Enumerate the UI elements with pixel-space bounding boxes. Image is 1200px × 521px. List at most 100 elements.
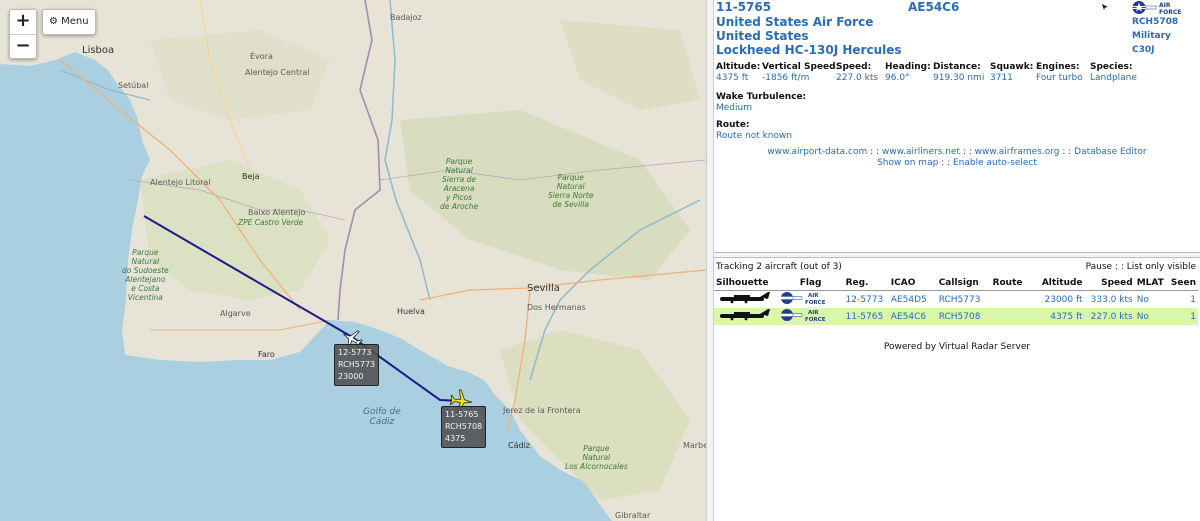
map-label-park-sudoeste: Parque Natural do Sudoeste Alentejano e … (122, 248, 169, 302)
silhouette-cell (714, 291, 778, 309)
field-vertical-speed: Vertical Speed: -1856 ft/m (762, 61, 839, 83)
aircraft-label[interactable]: 12-5773 RCH5773 23000 (334, 344, 380, 386)
field-route: Route: Route not known (716, 119, 792, 141)
zoom-out-button[interactable]: − (10, 34, 36, 58)
list-only-visible-link[interactable]: List only visible (1127, 262, 1196, 272)
field-label: Engines: (1036, 62, 1080, 72)
map-label-alentejo-central: Alentejo Central (245, 68, 310, 77)
silhouette-cell (714, 308, 778, 325)
link-auto-select[interactable]: Enable auto-select (953, 158, 1037, 168)
aircraft-label-selected[interactable]: 11-5765 RCH5708 4375 (441, 406, 487, 448)
aircraft-detail-panel: 11-5765 AE54C6 United States Air Force U… (714, 0, 1200, 521)
field-label: Altitude: (716, 62, 761, 72)
map-label-evora: Évora (250, 52, 273, 61)
field-altitude: Altitude: 4375 ft (716, 61, 760, 83)
cell-altitude: 23000 ft (1044, 294, 1083, 305)
field-squawk: Squawk: 3711 (990, 61, 1033, 83)
aircraft-list-table: Silhouette Flag Reg. ICAO Callsign Route… (714, 276, 1198, 325)
field-value: Medium (716, 103, 752, 113)
svg-text:FORCE: FORCE (805, 300, 826, 305)
col-header-silhouette[interactable]: Silhouette (714, 276, 778, 291)
field-label: Species: (1090, 62, 1133, 72)
field-value: Four turbo (1036, 73, 1083, 83)
field-value: -1856 ft/m (762, 73, 810, 83)
field-label: Wake Turbulence: (716, 92, 807, 102)
cell-icao: AE54C6 (888, 308, 937, 325)
col-header-speed[interactable]: Speed (1085, 276, 1135, 291)
col-header-flag[interactable]: Flag (778, 276, 844, 291)
cell-speed: 333.0 kts (1090, 294, 1133, 305)
link-database-editor[interactable]: Database Editor (1074, 147, 1146, 157)
powered-by-footer: Powered by Virtual Radar Server (883, 342, 1031, 352)
aircraft-silhouette-icon (720, 309, 770, 321)
col-header-altitude[interactable]: Altitude (1036, 276, 1085, 291)
col-header-reg[interactable]: Reg. (844, 276, 889, 291)
zoom-in-button[interactable]: + (10, 10, 36, 34)
cell-icao: AE54D5 (890, 294, 927, 305)
link-airframes[interactable]: www.airframes.org (975, 147, 1060, 157)
cell-callsign: RCH5708 (936, 308, 991, 325)
col-header-icao[interactable]: ICAO (889, 276, 937, 291)
map-label-lisboa: Lisboa (82, 45, 115, 56)
map-tiles (0, 0, 706, 521)
cell-route (991, 291, 1036, 309)
svg-text:AIR: AIR (808, 310, 819, 316)
field-label: Squawk: (990, 62, 1034, 72)
map-label-sevilla: Sevilla (527, 283, 560, 294)
aircraft-label-reg: 11-5765 (445, 410, 479, 419)
link-show-on-map[interactable]: Show on map (877, 158, 938, 168)
external-links: www.airport-data.com : : www.airliners.n… (714, 147, 1200, 157)
link-separator: : : (1112, 262, 1127, 272)
link-separator: : : (938, 158, 953, 168)
panel-splitter[interactable] (706, 0, 714, 521)
aircraft-label-callsign: RCH5708 (445, 422, 483, 431)
map-label-jerez: Jerez de la Frontera (503, 406, 581, 415)
list-splitter[interactable] (714, 252, 1200, 258)
cell-route (990, 308, 1036, 325)
detail-operator: United States Air Force (716, 15, 874, 29)
table-row[interactable]: AIR FORCE 12-5773 AE54D5 RCH5773 23000 f… (714, 291, 1198, 309)
svg-text:AIR: AIR (808, 293, 819, 299)
svg-text:FORCE: FORCE (805, 317, 826, 322)
table-header-row: Silhouette Flag Reg. ICAO Callsign Route… (714, 276, 1198, 291)
pause-link[interactable]: Pause (1086, 262, 1112, 272)
field-value: 4375 ft (716, 73, 749, 83)
cell-mlat: No (1136, 294, 1149, 305)
map-label-golfo-cadiz: Golfo de Cádiz (363, 407, 401, 427)
link-airport-data[interactable]: www.airport-data.com (767, 147, 867, 157)
map-label-park-norte-sevilla: Parque Natural Sierra Norte de Sevilla (548, 173, 594, 209)
flag-cell: AIR FORCE (778, 291, 844, 309)
field-species: Species: Landplane (1090, 61, 1137, 83)
menu-button[interactable]: ⚙ Menu (42, 9, 96, 35)
cell-reg: 12-5773 (845, 294, 884, 305)
air-force-flag-icon: AIR FORCE (780, 309, 826, 323)
detail-type-code: C30J (1132, 45, 1155, 55)
zoom-control: + − (9, 9, 37, 59)
col-header-mlat[interactable]: MLAT (1135, 276, 1168, 291)
direction-arrow-icon (1102, 4, 1108, 10)
field-speed: Speed: 227.0 kts (836, 61, 878, 83)
table-row-selected[interactable]: AIR FORCE 11-5765 AE54C6 RCH5708 4375 ft… (714, 308, 1198, 325)
menu-label: Menu (61, 16, 89, 27)
col-header-route[interactable]: Route (991, 276, 1036, 291)
link-separator: : : (867, 147, 882, 157)
cell-mlat: No (1134, 308, 1169, 325)
tracking-count: Tracking 2 aircraft (out of 3) (716, 262, 842, 272)
map-view[interactable]: + − ⚙ Menu Lisboa Setúbal Badajoz Évora … (0, 0, 706, 521)
col-header-seen[interactable]: Seen (1168, 276, 1198, 291)
cell-callsign: RCH5773 (938, 294, 981, 305)
cell-reg: 11-5765 (843, 308, 889, 325)
map-label-beja: Beja (242, 172, 260, 181)
map-label-badajoz: Badajoz (390, 13, 422, 22)
col-header-callsign[interactable]: Callsign (937, 276, 991, 291)
map-label-park-alcornocales: Parque Natural Los Alcornocales (565, 444, 628, 471)
map-label-algarve: Algarve (220, 309, 251, 318)
map-label-park-aracena: Parque Natural Sierra de Aracena y Picos… (440, 157, 479, 211)
cell-altitude: 4375 ft (1035, 308, 1085, 325)
cell-seen: 1 (1190, 294, 1196, 305)
link-separator: : : (960, 147, 975, 157)
aircraft-silhouette-icon (720, 292, 770, 304)
field-label: Distance: (933, 62, 981, 72)
map-label-marbella: Marbe (683, 441, 706, 450)
link-airliners[interactable]: www.airliners.net (882, 147, 960, 157)
